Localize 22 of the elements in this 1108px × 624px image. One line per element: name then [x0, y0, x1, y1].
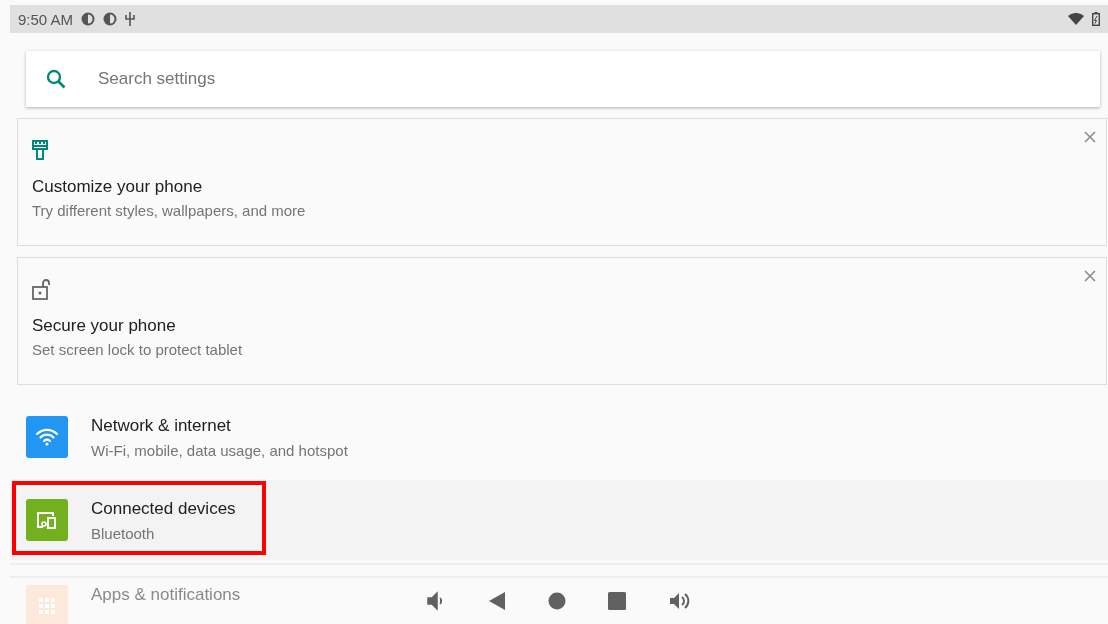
- card-summary: Set screen lock to protect tablet: [32, 341, 243, 358]
- home-button[interactable]: [548, 592, 566, 610]
- card-title: Customize your phone: [32, 177, 203, 197]
- clock-time: 9:50 AM: [18, 10, 74, 28]
- setting-title[interactable]: Connected devices: [91, 498, 236, 519]
- card-title: Secure your phone: [32, 316, 176, 336]
- battery-charging-icon: [1092, 12, 1100, 26]
- data-saver-icon: [103, 12, 118, 26]
- wifi-icon: [1068, 13, 1084, 25]
- volume-up-button[interactable]: [668, 590, 692, 612]
- search-input[interactable]: Search settings: [96, 68, 900, 90]
- search-icon: [46, 69, 66, 89]
- data-saver-icon: [81, 12, 96, 26]
- card-summary: Try different styles, wallpapers, and more: [32, 202, 306, 219]
- unlocked-padlock-icon: [32, 278, 52, 300]
- back-button[interactable]: [488, 591, 506, 611]
- setting-summary: Wi-Fi, mobile, data usage, and hotspot: [91, 441, 348, 459]
- setting-title[interactable]: Network & internet: [91, 415, 231, 436]
- setting-summary: Bluetooth: [91, 524, 155, 542]
- search-bar[interactable]: Search settings: [26, 51, 1100, 107]
- paintbrush-icon: [32, 140, 48, 160]
- usb-icon: [125, 12, 136, 26]
